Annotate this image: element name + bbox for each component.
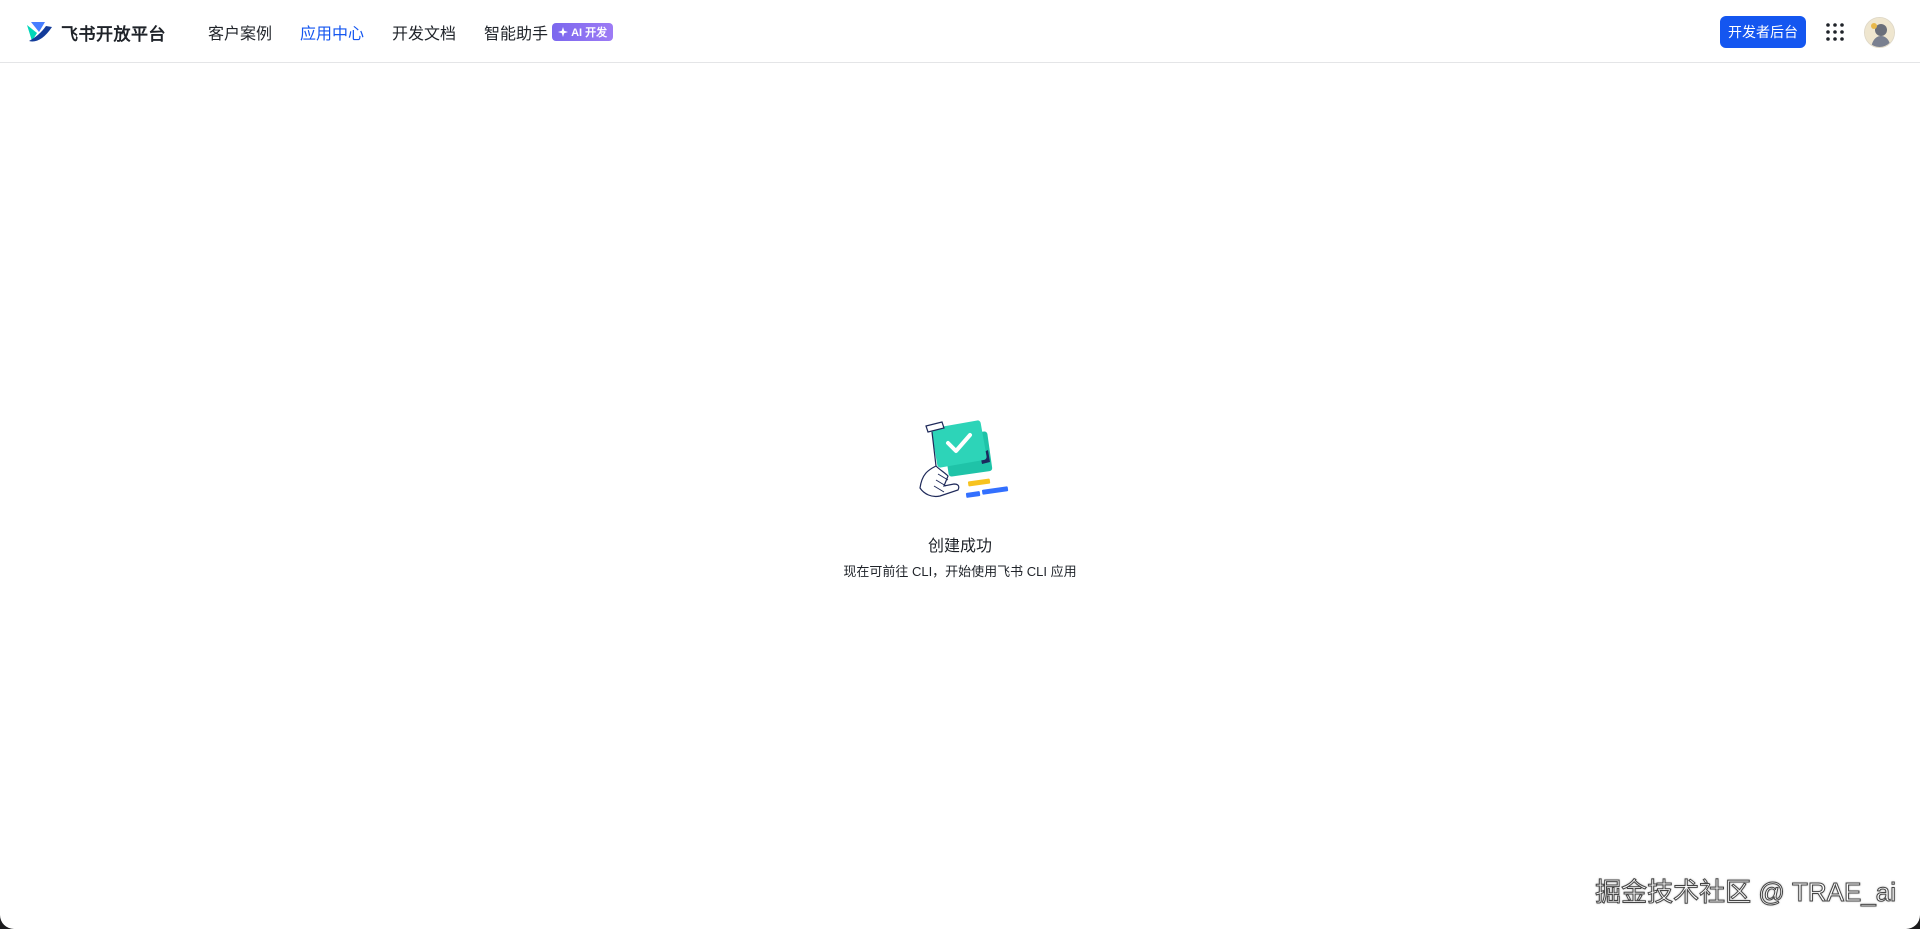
brand-name: 飞书开放平台 [61, 24, 166, 44]
avatar-image-icon [1865, 18, 1894, 47]
feishu-logo-icon [27, 22, 52, 42]
ai-badge-label: AI 开发 [571, 27, 608, 39]
apps-grid-icon[interactable] [1824, 21, 1846, 43]
success-check-illustration-icon [919, 420, 1009, 498]
nav-item-assistant-label: 智能助手 [484, 26, 549, 43]
brand-home-link[interactable]: 飞书开放平台 [26, 19, 166, 45]
success-description: 现在可前往 CLI，开始使用飞书 CLI 应用 [843, 564, 1077, 579]
developer-console-button[interactable]: 开发者后台 [1720, 16, 1806, 48]
user-avatar[interactable] [1864, 17, 1895, 48]
watermark-text: 掘金技术社区 @ TRAE_ai [1595, 877, 1897, 908]
success-result: 创建成功 现在可前往 CLI，开始使用飞书 CLI 应用 [760, 410, 1160, 590]
top-navigation-bar: 飞书开放平台 客户案例 应用中心 开发文档 智能助手 AI 开发 开发者后台 [0, 0, 1920, 63]
nav-item-app-center[interactable]: 应用中心 [300, 20, 364, 44]
nav-item-customer-cases[interactable]: 客户案例 [208, 20, 272, 44]
main-nav: 客户案例 应用中心 开发文档 智能助手 AI 开发 [208, 20, 641, 44]
nav-item-dev-docs[interactable]: 开发文档 [392, 20, 456, 44]
sparkle-icon [558, 27, 569, 37]
nav-item-assistant[interactable]: 智能助手 AI 开发 [484, 20, 614, 44]
success-title: 创建成功 [927, 538, 992, 555]
app-window: 飞书开放平台 客户案例 应用中心 开发文档 智能助手 AI 开发 开发者后台 创… [0, 0, 1920, 929]
ai-badge: AI 开发 [552, 23, 614, 41]
